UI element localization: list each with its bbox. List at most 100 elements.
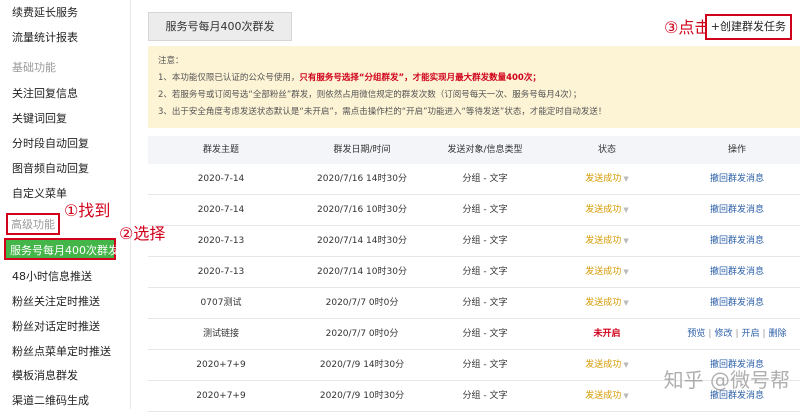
cell-topic: 2020+7+9 (196, 360, 246, 370)
cell-target: 分组 - 文字 (462, 236, 508, 246)
header-action: 操作 (727, 145, 746, 155)
sidebar-item[interactable]: 分时段自动回复 (12, 135, 89, 151)
status-badge: 发送成功 (585, 205, 622, 215)
cell-target: 分组 - 文字 (462, 298, 508, 308)
chevron-down-icon: ▼ (623, 175, 629, 183)
sidebar-item[interactable]: 图音频自动回复 (12, 160, 89, 176)
cell-target: 分组 - 文字 (462, 360, 508, 370)
cell-actions: 撤回群发消息 (674, 257, 800, 287)
create-mass-send-task-button[interactable]: +创建群发任务 (704, 14, 792, 40)
table-row: 测试链接 2020/7/7 0时0分 分组 - 文字 未开启 预览 | 修改 | 开启 |… (148, 319, 800, 350)
annotation-find: ①找到 (64, 201, 111, 220)
cell-datetime: 2020/7/7 0时0分 (325, 298, 399, 308)
status-badge: 发送成功 (585, 267, 622, 277)
status-badge: 发送成功 (585, 236, 622, 246)
cell-datetime: 2020/7/9 10时30分 (319, 391, 405, 401)
table-row: 0707测试 2020/7/7 0时0分 分组 - 文字 发送成功 ▼ 撤回群发消息 (148, 288, 800, 319)
cell-target: 分组 - 文字 (462, 391, 508, 401)
status-dropdown[interactable]: 发送成功 ▼ (540, 164, 674, 194)
sidebar-item[interactable]: 自定义菜单 (12, 185, 67, 201)
cell-actions: 撤回群发消息 (674, 164, 800, 194)
cell-target: 分组 - 文字 (462, 174, 508, 184)
status-badge: 发送成功 (585, 360, 622, 370)
cell-topic: 2020-7-14 (197, 174, 245, 184)
enable-link[interactable]: 开启 (742, 329, 760, 339)
recall-message-link[interactable]: 撤回群发消息 (710, 298, 764, 308)
tab-mass-send-400[interactable]: 服务号每月400次群发 (148, 12, 292, 41)
sidebar-item[interactable]: 48小时信息推送 (12, 268, 92, 284)
cell-actions: 撤回群发消息 (674, 226, 800, 256)
chevron-down-icon: ▼ (623, 206, 629, 214)
chevron-down-icon: ▼ (623, 268, 629, 276)
notice-line-1: 1、本功能仅限已认证的公众号使用，只有服务号选择“分组群发”，才能实现月最大群发… (158, 73, 541, 83)
status-badge: 未开启 (593, 329, 621, 339)
sidebar-section-advanced: 高级功能 (6, 213, 60, 235)
cell-target: 分组 - 文字 (462, 205, 508, 215)
cell-topic: 测试链接 (202, 329, 239, 339)
cell-datetime: 2020/7/16 14时30分 (317, 174, 407, 184)
sidebar-item[interactable]: 关注回复信息 (12, 85, 78, 101)
cell-topic: 0707测试 (200, 298, 242, 308)
sidebar-item-mass-send-400[interactable]: 服务号每月400次群发 (4, 238, 119, 260)
sidebar-item[interactable]: 关键词回复 (12, 110, 67, 126)
notice-line-3: 3、出于安全角度考虑发送状态默认是“未开启”，需点击操作栏的“开启”功能进入“等… (158, 107, 607, 117)
sidebar-item[interactable]: 粉丝点菜单定时推送 (12, 343, 111, 359)
header-datetime: 群发日期/时间 (333, 145, 391, 155)
status-dropdown[interactable]: 发送成功 ▼ (540, 350, 674, 380)
status-dropdown[interactable]: 发送成功 ▼ (540, 257, 674, 287)
sidebar-item[interactable]: 粉丝对话定时推送 (12, 318, 100, 334)
annotation-click: ③点击 (664, 18, 711, 37)
recall-message-link[interactable]: 撤回群发消息 (710, 205, 764, 215)
status-dropdown[interactable]: 发送成功 ▼ (540, 195, 674, 225)
edit-link[interactable]: 修改 (714, 329, 732, 339)
chevron-down-icon: ▼ (623, 361, 629, 369)
recall-message-link[interactable]: 撤回群发消息 (710, 236, 764, 246)
notice-line-2: 2、若服务号或订阅号选“全部粉丝”群发，则依然占用微信规定的群发次数（订阅号每天… (158, 90, 582, 100)
status-badge: 发送成功 (585, 298, 622, 308)
preview-link[interactable]: 预览 (687, 329, 705, 339)
table-row: 2020-7-14 2020/7/16 14时30分 分组 - 文字 发送成功 ▼ 撤回群… (148, 164, 800, 195)
cell-topic: 2020+7+9 (196, 391, 246, 401)
recall-message-link[interactable]: 撤回群发消息 (710, 174, 764, 184)
recall-message-link[interactable]: 撤回群发消息 (710, 267, 764, 277)
cell-datetime: 2020/7/14 10时30分 (317, 267, 407, 277)
cell-topic: 2020-7-13 (197, 236, 245, 246)
cell-actions: 预览 | 修改 | 开启 | 删除 (687, 329, 787, 339)
status-badge: 发送成功 (585, 174, 622, 184)
cell-topic: 2020-7-13 (197, 267, 245, 277)
cell-target: 分组 - 文字 (462, 267, 508, 277)
chevron-down-icon: ▼ (623, 237, 629, 245)
cell-datetime: 2020/7/16 10时30分 (317, 205, 407, 215)
table-row: 2020-7-13 2020/7/14 10时30分 分组 - 文字 发送成功 ▼ 撤回群… (148, 257, 800, 288)
table-row: 2020-7-14 2020/7/16 10时30分 分组 - 文字 发送成功 ▼ 撤回群… (148, 195, 800, 226)
cell-datetime: 2020/7/9 14时30分 (319, 360, 405, 370)
sidebar-item[interactable]: 模板消息群发 (12, 367, 78, 383)
main-content: 服务号每月400次群发 ③点击 +创建群发任务 注意： 1、本功能仅限已认证的公… (131, 0, 800, 412)
sidebar-item[interactable]: 渠道二维码生成 (12, 392, 89, 408)
cell-target: 分组 - 文字 (462, 329, 508, 339)
table-row: 2020-7-13 2020/7/14 14时30分 分组 - 文字 发送成功 ▼ 撤回群… (148, 226, 800, 257)
status-dropdown[interactable]: 发送成功 ▼ (540, 288, 674, 318)
notice-box: 注意： 1、本功能仅限已认证的公众号使用，只有服务号选择“分组群发”，才能实现月… (148, 46, 800, 128)
watermark-text: 知乎 @微号帮 (663, 368, 790, 392)
cell-topic: 2020-7-14 (197, 205, 245, 215)
sidebar-item[interactable]: 粉丝关注定时推送 (12, 293, 100, 309)
chevron-down-icon: ▼ (623, 299, 629, 307)
cell-actions: 撤回群发消息 (674, 195, 800, 225)
header-status: 状态 (597, 145, 616, 155)
status-dropdown[interactable]: 发送成功 ▼ (540, 381, 674, 411)
cell-actions: 撤回群发消息 (674, 288, 800, 318)
sidebar-item[interactable]: 流量统计报表 (12, 29, 78, 45)
table-header: 群发主题 群发日期/时间 发送对象/信息类型 状态 操作 (148, 136, 800, 164)
cell-datetime: 2020/7/7 0时0分 (325, 329, 399, 339)
notice-title: 注意： (158, 56, 184, 66)
header-topic: 群发主题 (202, 145, 239, 155)
chevron-down-icon: ▼ (623, 392, 629, 400)
sidebar-section-basic: 基础功能 (12, 61, 56, 74)
delete-link[interactable]: 删除 (769, 329, 787, 339)
status-badge: 发送成功 (585, 391, 622, 401)
header-target: 发送对象/信息类型 (447, 145, 523, 155)
status-dropdown[interactable]: 发送成功 ▼ (540, 226, 674, 256)
cell-datetime: 2020/7/14 14时30分 (317, 236, 407, 246)
sidebar-item[interactable]: 续费延长服务 (12, 4, 78, 20)
